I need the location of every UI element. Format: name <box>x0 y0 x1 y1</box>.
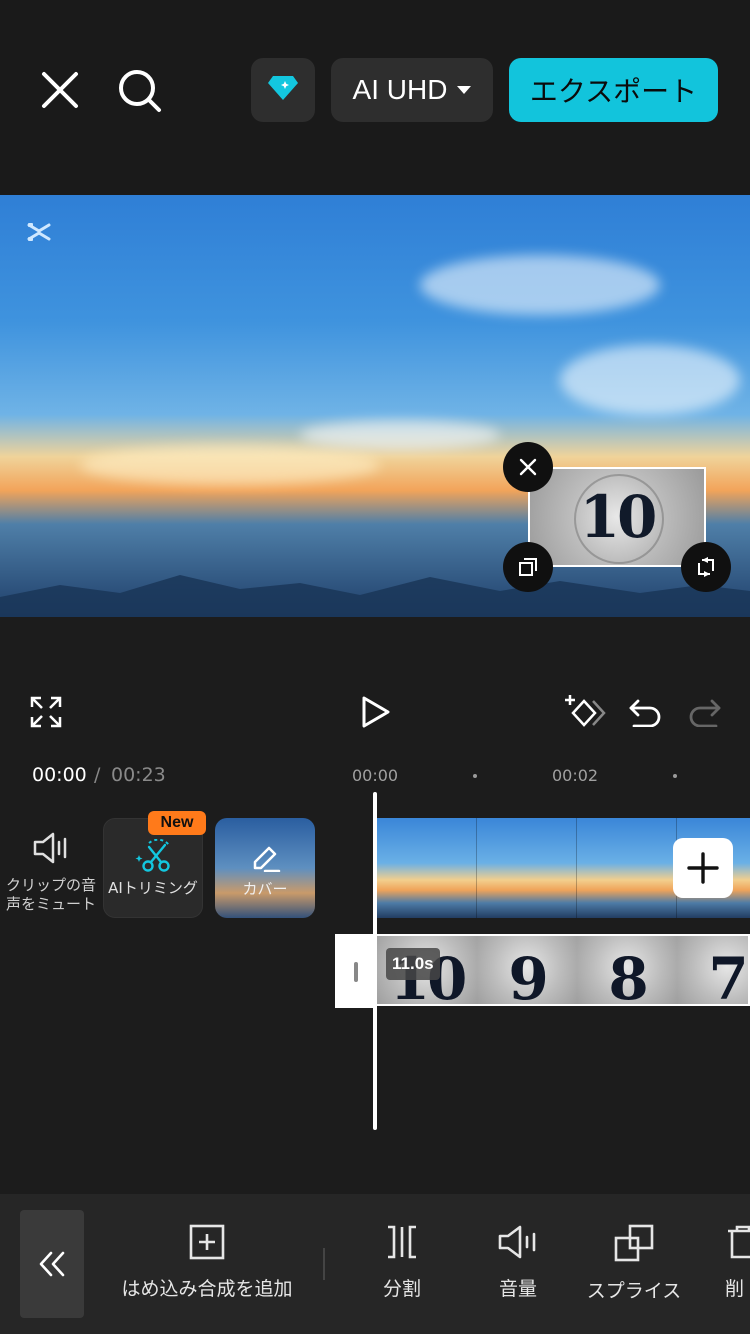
collapse-toolbar-button[interactable] <box>20 1210 84 1318</box>
ruler-dot <box>673 774 677 778</box>
resolution-dropdown[interactable]: AI UHD <box>331 58 493 122</box>
top-bar: AI UHD エクスポート <box>0 0 750 195</box>
add-overlay-button[interactable]: はめ込み合成を追加 <box>117 1224 297 1301</box>
tool-label: はめ込み合成を追加 <box>121 1278 293 1300</box>
overlay-clip-preview[interactable]: 10 <box>528 467 706 567</box>
countdown-ring <box>574 474 664 564</box>
search-icon[interactable] <box>115 66 163 114</box>
tool-label: 分割 <box>382 1278 421 1300</box>
tool-label: 削 <box>725 1278 745 1300</box>
undo-icon[interactable] <box>628 697 662 731</box>
keyframe-add-icon[interactable] <box>562 693 606 735</box>
rotate-icon <box>698 557 714 577</box>
split-icon <box>388 1225 416 1259</box>
export-button[interactable]: エクスポート <box>509 58 718 122</box>
total-time: 00:23 <box>111 764 166 786</box>
splice-icon <box>614 1224 654 1262</box>
mute-clip-audio-button[interactable]: クリップの音声をミュート <box>4 830 98 914</box>
redo-icon <box>688 697 722 731</box>
tool-label: 音量 <box>498 1278 537 1300</box>
time-separator: / <box>94 764 101 786</box>
fullscreen-icon[interactable] <box>30 696 62 732</box>
volume-button[interactable]: 音量 <box>488 1224 548 1301</box>
pencil-icon <box>253 846 281 872</box>
splice-button[interactable]: スプライス <box>584 1224 684 1303</box>
clip-thumbnail <box>477 818 577 918</box>
ruler-tick: 00:02 <box>552 766 599 785</box>
plus-icon <box>687 852 719 884</box>
clip-thumbnail <box>577 818 677 918</box>
mute-label: クリップの音声をミュート <box>5 876 96 913</box>
preview-cloud <box>420 255 660 315</box>
trim-handle-left[interactable] <box>335 936 375 1008</box>
overlay-duration-badge: 11.0s <box>386 948 440 980</box>
preview-cloud <box>300 420 500 450</box>
add-square-icon <box>189 1224 225 1260</box>
timeline-area[interactable]: 00:00 / 00:23 00:00 00:02 クリップの音声をミュート N… <box>0 752 750 1194</box>
add-clip-button[interactable] <box>673 838 733 898</box>
ai-trimming-label: AIトリミング <box>108 879 198 897</box>
video-preview[interactable]: 10 <box>0 195 750 617</box>
tool-label: スプライス <box>586 1280 682 1302</box>
preview-cloud <box>80 445 380 485</box>
ruler-dot <box>473 774 477 778</box>
toolbar-divider <box>323 1248 325 1280</box>
close-icon[interactable] <box>36 66 84 114</box>
overlay-delete-button[interactable] <box>503 442 553 492</box>
close-icon <box>519 458 537 476</box>
trash-icon <box>728 1225 750 1259</box>
new-badge: New <box>148 811 206 835</box>
preview-cloud <box>560 345 740 415</box>
bottom-toolbar: はめ込み合成を追加 分割 音量 スプライス 削 <box>0 1194 750 1334</box>
play-icon[interactable] <box>360 695 392 733</box>
pro-button[interactable] <box>251 58 315 122</box>
cover-label: カバー <box>242 880 288 898</box>
diamond-icon <box>267 74 299 106</box>
playback-controls <box>0 617 750 752</box>
overlay-thumbnail: 7 <box>677 936 748 1004</box>
delete-button[interactable]: 削 <box>725 1224 750 1301</box>
playhead[interactable] <box>373 792 377 1130</box>
cover-button[interactable]: カバー <box>215 818 315 918</box>
split-button[interactable]: 分割 <box>372 1224 432 1301</box>
overlay-rotate-button[interactable] <box>681 542 731 592</box>
double-chevron-left-icon <box>39 1251 65 1277</box>
clip-thumbnail <box>377 818 477 918</box>
caret-down-icon <box>457 86 472 94</box>
capcut-logo-icon <box>26 221 52 243</box>
speaker-icon <box>33 832 67 864</box>
scissors-sparkle-icon <box>135 839 170 872</box>
ai-trimming-button[interactable]: New AIトリミング <box>103 811 206 918</box>
overlay-duplicate-button[interactable] <box>503 542 553 592</box>
overlay-thumbnail: 9 <box>477 936 577 1004</box>
copy-icon <box>519 558 537 576</box>
speaker-icon <box>498 1225 536 1259</box>
resolution-label: AI UHD <box>352 74 448 105</box>
overlay-thumbnail: 8 <box>577 936 677 1004</box>
current-time: 00:00 <box>32 764 87 786</box>
ruler-tick: 00:00 <box>352 766 399 785</box>
